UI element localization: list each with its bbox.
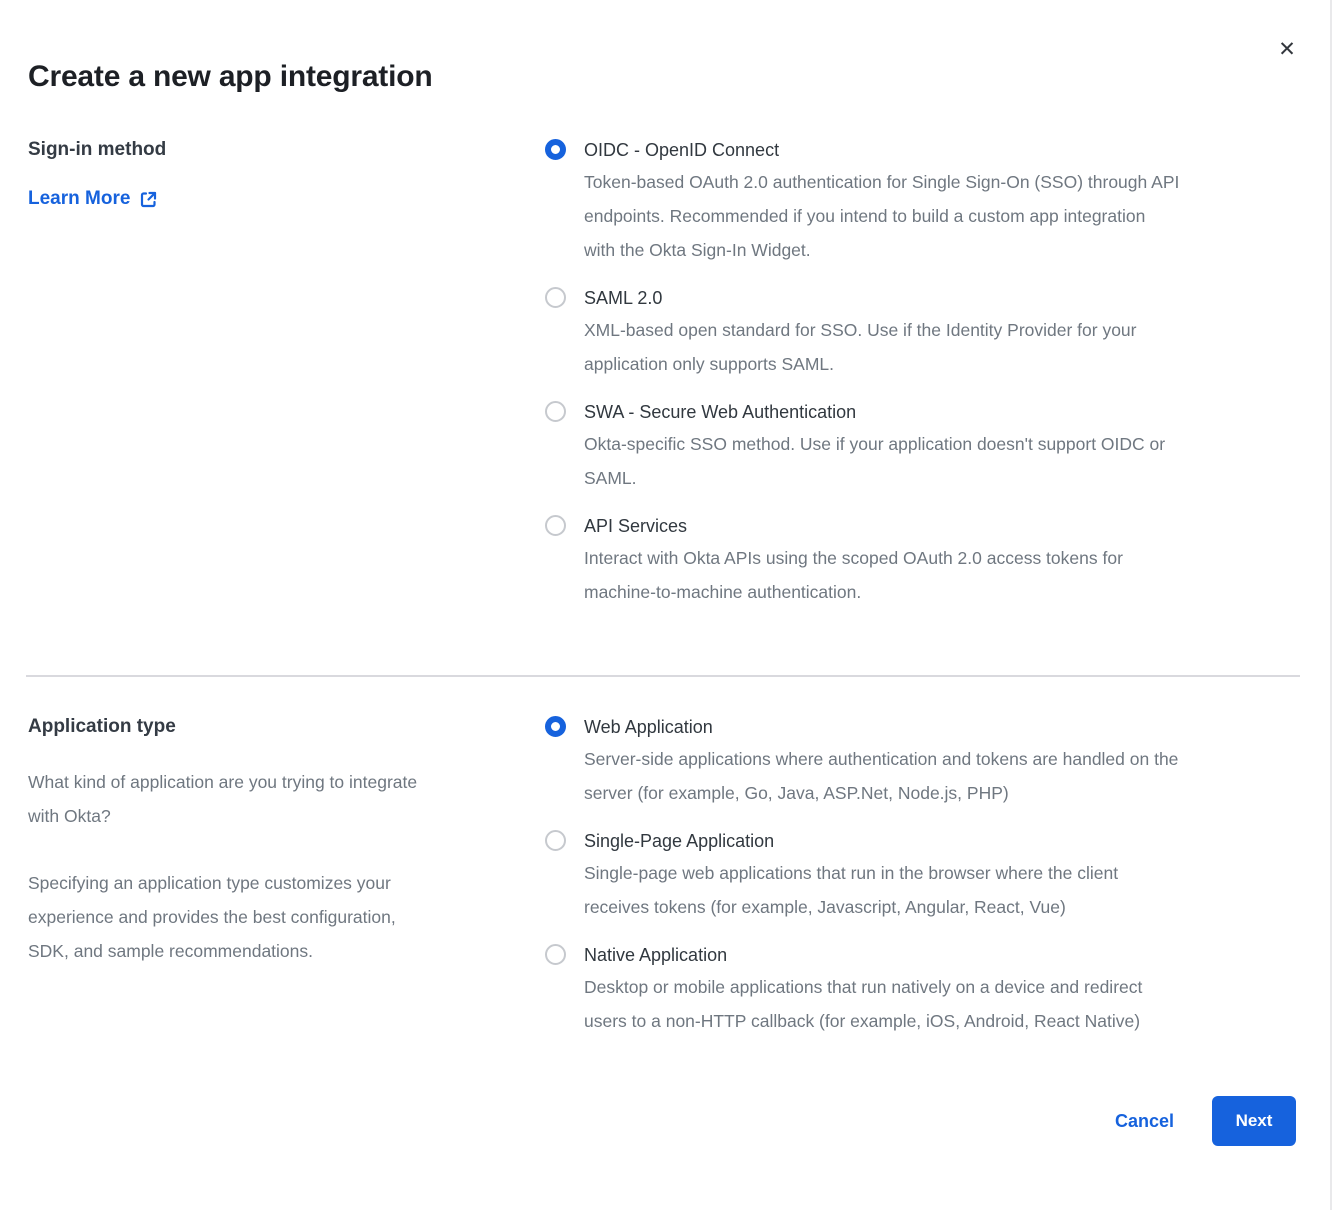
radio-api-services[interactable] bbox=[545, 515, 566, 536]
radio-native-application[interactable] bbox=[545, 944, 566, 965]
page-title: Create a new app integration bbox=[0, 60, 1332, 94]
application-type-options: Web Application Server-side applications… bbox=[545, 715, 1296, 1038]
radio-oidc[interactable] bbox=[545, 139, 566, 160]
application-type-section: Application type What kind of applicatio… bbox=[0, 715, 1332, 1038]
option-oidc[interactable]: OIDC - OpenID Connect Token-based OAuth … bbox=[545, 138, 1296, 267]
application-type-label: Application type bbox=[28, 715, 523, 739]
external-link-icon bbox=[139, 190, 158, 209]
option-native-application-description: Desktop or mobile applications that run … bbox=[584, 970, 1142, 1038]
learn-more-link[interactable]: Learn More bbox=[28, 188, 158, 210]
option-saml-description: XML-based open standard for SSO. Use if … bbox=[584, 313, 1137, 381]
application-type-left-column: Application type What kind of applicatio… bbox=[28, 715, 545, 1038]
option-saml[interactable]: SAML 2.0 XML-based open standard for SSO… bbox=[545, 286, 1296, 381]
radio-web-application[interactable] bbox=[545, 716, 566, 737]
signin-method-section: Sign-in method Learn More OIDC - OpenID … bbox=[0, 138, 1332, 609]
option-oidc-description: Token-based OAuth 2.0 authentication for… bbox=[584, 165, 1179, 267]
option-native-application-label[interactable]: Native Application bbox=[584, 943, 1142, 967]
signin-method-options: OIDC - OpenID Connect Token-based OAuth … bbox=[545, 138, 1296, 609]
option-web-application[interactable]: Web Application Server-side applications… bbox=[545, 715, 1296, 810]
close-icon[interactable]: ✕ bbox=[1274, 36, 1300, 62]
option-swa-description: Okta-specific SSO method. Use if your ap… bbox=[584, 427, 1165, 495]
radio-saml[interactable] bbox=[545, 287, 566, 308]
application-type-help-text: Specifying an application type customize… bbox=[28, 866, 523, 968]
option-web-application-label[interactable]: Web Application bbox=[584, 715, 1178, 739]
option-single-page-application-label[interactable]: Single-Page Application bbox=[584, 829, 1118, 853]
option-oidc-label[interactable]: OIDC - OpenID Connect bbox=[584, 138, 1179, 162]
dialog-footer: Cancel Next bbox=[0, 1096, 1332, 1146]
learn-more-label: Learn More bbox=[28, 188, 130, 210]
signin-method-label: Sign-in method bbox=[28, 138, 523, 162]
option-single-page-application[interactable]: Single-Page Application Single-page web … bbox=[545, 829, 1296, 924]
option-api-services-label[interactable]: API Services bbox=[584, 514, 1123, 538]
option-swa-label[interactable]: SWA - Secure Web Authentication bbox=[584, 400, 1165, 424]
signin-method-left-column: Sign-in method Learn More bbox=[28, 138, 545, 609]
option-saml-label[interactable]: SAML 2.0 bbox=[584, 286, 1137, 310]
radio-swa[interactable] bbox=[545, 401, 566, 422]
option-swa[interactable]: SWA - Secure Web Authentication Okta-spe… bbox=[545, 400, 1296, 495]
option-api-services-description: Interact with Okta APIs using the scoped… bbox=[584, 541, 1123, 609]
next-button[interactable]: Next bbox=[1212, 1096, 1296, 1146]
option-web-application-description: Server-side applications where authentic… bbox=[584, 742, 1178, 810]
option-native-application[interactable]: Native Application Desktop or mobile app… bbox=[545, 943, 1296, 1038]
option-single-page-application-description: Single-page web applications that run in… bbox=[584, 856, 1118, 924]
radio-single-page-application[interactable] bbox=[545, 830, 566, 851]
create-app-integration-dialog: Create a new app integration Sign-in met… bbox=[0, 0, 1332, 1146]
application-type-question: What kind of application are you trying … bbox=[28, 765, 523, 833]
option-api-services[interactable]: API Services Interact with Okta APIs usi… bbox=[545, 514, 1296, 609]
section-divider bbox=[26, 675, 1300, 677]
cancel-button[interactable]: Cancel bbox=[1115, 1111, 1174, 1132]
